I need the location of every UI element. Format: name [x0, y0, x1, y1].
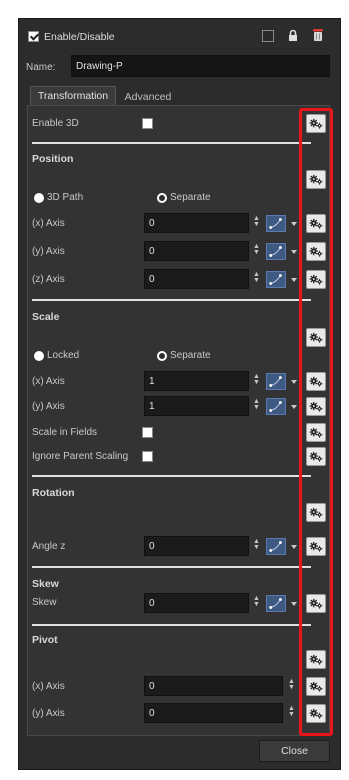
chevron-down-icon[interactable] — [291, 545, 297, 549]
function-curve-button[interactable] — [266, 215, 286, 232]
chevron-down-icon[interactable] — [291, 250, 297, 254]
separator — [32, 299, 311, 301]
scale-heading: Scale — [32, 311, 60, 323]
close-button[interactable]: Close — [259, 740, 330, 762]
scale-x-spinner[interactable]: ▲ ▼ — [253, 373, 260, 386]
scale-y-field[interactable]: 1 — [144, 396, 249, 416]
rotation-heading: Rotation — [32, 487, 75, 499]
skew-label: Skew — [32, 597, 57, 608]
function-curve-icon — [267, 244, 285, 259]
tab-advanced[interactable]: Advanced — [117, 89, 179, 106]
enable3d-label: Enable 3D — [32, 118, 79, 129]
name-label: Name: — [26, 62, 56, 73]
separator — [32, 142, 311, 144]
radio-separate-label: Separate — [170, 350, 211, 361]
position-heading: Position — [32, 153, 74, 165]
position-x-label: (x) Axis — [32, 218, 65, 229]
scale-in-fields-label: Scale in Fields — [32, 427, 98, 438]
highlight-frame — [299, 108, 333, 736]
position-z-label: (z) Axis — [32, 274, 65, 285]
function-curve-icon — [267, 272, 285, 287]
scale-in-fields-checkbox[interactable] — [142, 427, 153, 438]
radio-locked-label: Locked — [47, 350, 80, 361]
chevron-down-icon[interactable] — [291, 602, 297, 606]
tab-transformation[interactable]: Transformation — [30, 86, 116, 105]
chevron-down-icon[interactable] — [291, 380, 297, 384]
function-curve-button[interactable] — [266, 398, 286, 415]
chevron-down-icon[interactable] — [291, 278, 297, 282]
position-z-spinner[interactable]: ▲ ▼ — [253, 271, 260, 284]
separator — [32, 475, 311, 477]
function-curve-button[interactable] — [266, 373, 286, 390]
radio-3d-path-label: 3D Path — [47, 192, 84, 203]
radio-separate[interactable] — [157, 351, 167, 361]
scale-x-field[interactable]: 1 — [144, 371, 249, 391]
function-curve-icon — [267, 399, 285, 414]
radio-separate-label: Separate — [170, 192, 211, 203]
position-x-spinner[interactable]: ▲ ▼ — [253, 215, 260, 228]
angle-z-spinner[interactable]: ▲ ▼ — [253, 538, 260, 551]
tab-advanced-label: Advanced — [124, 91, 172, 103]
pivot-y-field[interactable]: 0 — [144, 703, 283, 723]
chevron-down-icon[interactable] — [291, 405, 297, 409]
pivot-y-spinner[interactable]: ▲ ▼ — [288, 705, 295, 718]
skew-field[interactable]: 0 — [144, 593, 249, 613]
position-y-field[interactable]: 0 — [144, 241, 249, 261]
radio-locked[interactable] — [34, 351, 44, 361]
function-curve-icon — [267, 539, 285, 554]
pivot-x-field[interactable]: 0 — [144, 676, 283, 696]
function-curve-button[interactable] — [266, 538, 286, 555]
chevron-down-icon[interactable] — [291, 222, 297, 226]
position-y-spinner[interactable]: ▲ ▼ — [253, 243, 260, 256]
pivot-x-label: (x) Axis — [32, 681, 65, 692]
ignore-parent-scaling-checkbox[interactable] — [142, 451, 153, 462]
skew-spinner[interactable]: ▲ ▼ — [253, 595, 260, 608]
angle-z-field[interactable]: 0 — [144, 536, 249, 556]
pivot-x-spinner[interactable]: ▲ ▼ — [288, 678, 295, 691]
position-y-label: (y) Axis — [32, 246, 65, 257]
function-curve-button[interactable] — [266, 595, 286, 612]
scale-x-label: (x) Axis — [32, 376, 65, 387]
function-curve-button[interactable] — [266, 271, 286, 288]
ignore-parent-scaling-label: Ignore Parent Scaling — [32, 451, 129, 462]
scale-y-spinner[interactable]: ▲ ▼ — [253, 398, 260, 411]
enable3d-checkbox[interactable] — [142, 118, 153, 129]
enable-checkbox[interactable] — [28, 31, 39, 42]
function-curve-icon — [267, 596, 285, 611]
separator — [32, 624, 311, 626]
skew-heading: Skew — [32, 578, 59, 590]
color-swatch[interactable] — [262, 30, 274, 42]
angle-z-label: Angle z — [32, 541, 66, 552]
function-curve-icon — [267, 216, 285, 231]
pivot-y-label: (y) Axis — [32, 708, 65, 719]
scale-y-label: (y) Axis — [32, 401, 65, 412]
enable-label: Enable/Disable — [44, 31, 115, 43]
lock-icon[interactable] — [288, 29, 298, 45]
radio-3d-path[interactable] — [34, 193, 44, 203]
separator — [32, 566, 311, 568]
function-curve-button[interactable] — [266, 243, 286, 260]
name-field[interactable]: Drawing-P — [71, 55, 330, 77]
position-x-field[interactable]: 0 — [144, 213, 249, 233]
radio-separate[interactable] — [157, 193, 167, 203]
tab-transformation-label: Transformation — [37, 90, 109, 102]
function-curve-icon — [267, 374, 285, 389]
pivot-heading: Pivot — [32, 634, 58, 646]
position-z-field[interactable]: 0 — [144, 269, 249, 289]
delete-icon[interactable] — [312, 28, 324, 45]
